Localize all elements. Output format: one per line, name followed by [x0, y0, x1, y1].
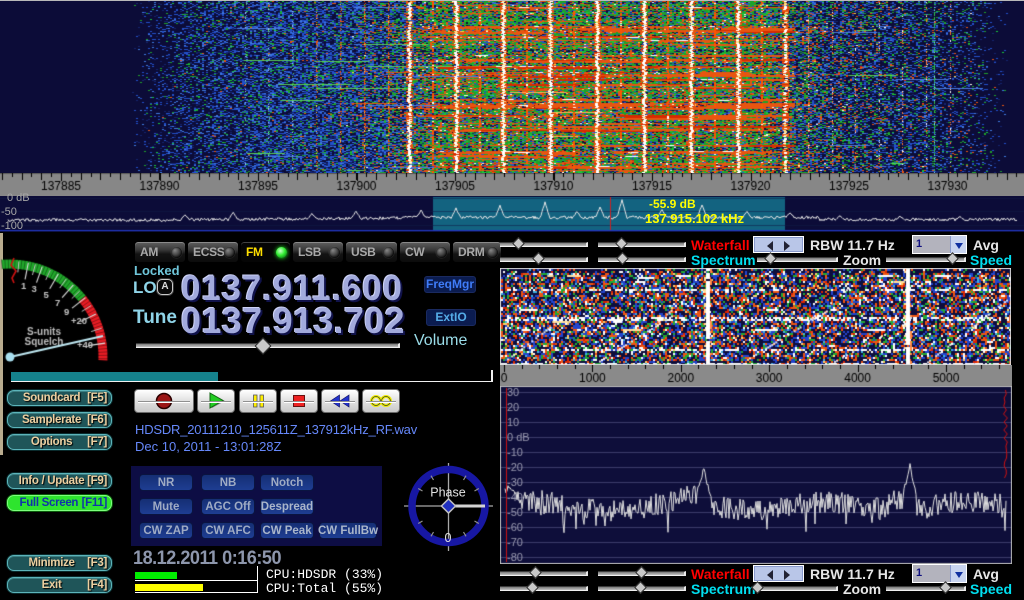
svg-text:0: 0 — [445, 531, 452, 545]
svg-text:Phase: Phase — [430, 486, 465, 500]
